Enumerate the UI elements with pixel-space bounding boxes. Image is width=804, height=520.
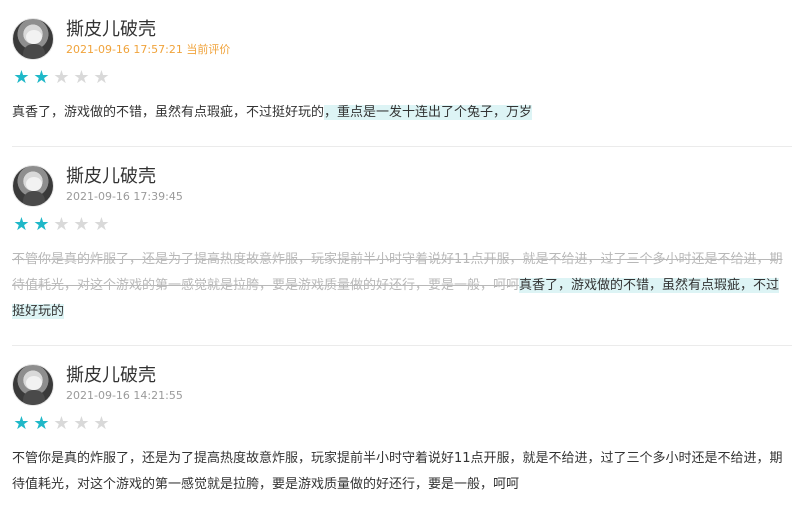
current-review-tag: 当前评价 xyxy=(186,43,231,56)
review-meta: 2021-09-16 14:21:55 xyxy=(66,388,183,404)
review-text: 真香了，游戏做的不错，虽然有点瑕疵，不过挺好玩的 xyxy=(12,105,325,120)
rating-stars: ★ ★ ★ ★ ★ xyxy=(13,413,110,434)
star-empty-icon: ★ xyxy=(73,67,90,88)
star-filled-icon: ★ xyxy=(13,413,30,434)
star-filled-icon: ★ xyxy=(33,214,50,235)
star-empty-icon: ★ xyxy=(53,413,70,434)
username[interactable]: 撕皮儿破壳 xyxy=(66,364,156,388)
review-datetime: 2021-09-16 14:21:55 xyxy=(66,389,183,402)
star-filled-icon: ★ xyxy=(13,214,30,235)
review-text: 不管你是真的炸服了，还是为了提高热度故意炸服，玩家提前半小时守着说好11点开服，… xyxy=(12,451,783,492)
star-empty-icon: ★ xyxy=(73,413,90,434)
star-empty-icon: ★ xyxy=(73,214,90,235)
star-empty-icon: ★ xyxy=(53,67,70,88)
star-filled-icon: ★ xyxy=(33,413,50,434)
review-meta: 2021-09-16 17:57:21 当前评价 xyxy=(66,42,230,58)
star-empty-icon: ★ xyxy=(93,214,110,235)
review-content: 不管你是真的炸服了，还是为了提高热度故意炸服，玩家提前半小时守着说好11点开服，… xyxy=(12,247,788,325)
star-empty-icon: ★ xyxy=(53,214,70,235)
review-text-highlight: ，重点是一发十连出了个兔子，万岁 xyxy=(324,105,533,120)
rating-stars: ★ ★ ★ ★ ★ xyxy=(13,214,110,235)
star-empty-icon: ★ xyxy=(93,67,110,88)
divider xyxy=(12,146,792,147)
star-filled-icon: ★ xyxy=(33,67,50,88)
avatar[interactable] xyxy=(12,18,54,60)
review-content: 真香了，游戏做的不错，虽然有点瑕疵，不过挺好玩的，重点是一发十连出了个兔子，万岁 xyxy=(12,100,788,126)
review-datetime: 2021-09-16 17:57:21 xyxy=(66,43,183,56)
divider xyxy=(12,345,792,346)
star-filled-icon: ★ xyxy=(13,67,30,88)
username[interactable]: 撕皮儿破壳 xyxy=(66,18,156,42)
review-datetime: 2021-09-16 17:39:45 xyxy=(66,190,183,203)
rating-stars: ★ ★ ★ ★ ★ xyxy=(13,67,110,88)
review-content: 不管你是真的炸服了，还是为了提高热度故意炸服，玩家提前半小时守着说好11点开服，… xyxy=(12,446,788,498)
avatar[interactable] xyxy=(12,165,54,207)
username[interactable]: 撕皮儿破壳 xyxy=(66,165,156,189)
avatar[interactable] xyxy=(12,364,54,406)
star-empty-icon: ★ xyxy=(93,413,110,434)
review-meta: 2021-09-16 17:39:45 xyxy=(66,189,183,205)
